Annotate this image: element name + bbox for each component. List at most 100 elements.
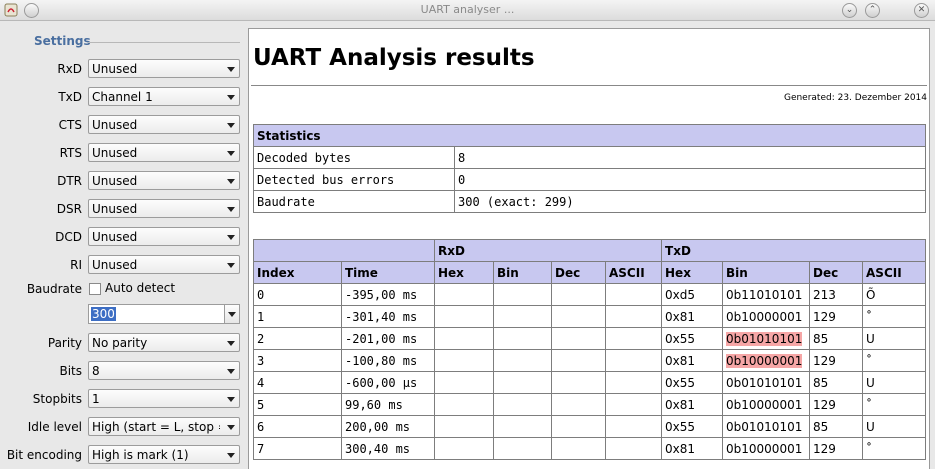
cell-txd-hex: 0x81 <box>661 349 724 372</box>
statistics-row: Decoded bytes 8 <box>253 146 927 169</box>
table-row: 6 200,00 ms 0x55 0b01010101 85 U <box>253 415 927 438</box>
table-row: 7 300,40 ms 0x81 0b10000001 129 ˚ <box>253 437 927 460</box>
baudrate-combo[interactable]: 300 <box>88 304 240 324</box>
rts-channel-combo[interactable]: Unused <box>88 143 240 162</box>
bits-value: 8 <box>92 364 100 378</box>
cell-txd-dec: 85 <box>809 371 864 394</box>
idle-level-combo[interactable]: High (start = L, stop = H) <box>88 417 240 436</box>
ri-channel-value: Unused <box>92 258 138 272</box>
idle-level-label: Idle level <box>27 420 82 434</box>
minimize-icon[interactable]: ⌄ <box>842 3 857 18</box>
cell-rxd-hex <box>434 283 494 306</box>
cell-txd-hex: 0xd5 <box>661 283 724 306</box>
column-header: Bin <box>722 261 811 284</box>
chevron-down-icon <box>227 179 235 184</box>
cell-txd-dec: 85 <box>809 327 864 350</box>
dcd-channel-combo[interactable]: Unused <box>88 227 240 246</box>
settings-divider <box>88 42 240 43</box>
cell-rxd-ascii <box>604 415 663 438</box>
cell-rxd-hex <box>434 393 494 416</box>
bit-encoding-combo[interactable]: High is mark (1) <box>88 445 240 464</box>
stopbits-combo[interactable]: 1 <box>88 389 240 408</box>
parity-label: Parity <box>47 336 82 350</box>
cell-txd-bin: 0b10000001 <box>722 305 811 328</box>
baudrate-value[interactable]: 300 <box>91 307 116 321</box>
table-row: 2 -201,00 ms 0x55 0b01010101 85 U <box>253 327 927 350</box>
bits-combo[interactable]: 8 <box>88 361 240 380</box>
maximize-icon[interactable]: ⌃ <box>865 3 880 18</box>
parity-combo[interactable]: No parity <box>88 333 240 352</box>
table-row: 4 -600,00 µs 0x55 0b01010101 85 U <box>253 371 927 394</box>
dtr-channel-combo[interactable]: Unused <box>88 171 240 190</box>
results-view: UART Analysis results Generated: 23. Dez… <box>248 28 930 469</box>
cell-txd-ascii: U <box>862 415 927 438</box>
cell-txd-hex: 0x81 <box>661 393 724 416</box>
cell-rxd-dec <box>551 349 606 372</box>
chevron-down-icon <box>228 312 236 317</box>
bit-encoding-label: Bit encoding <box>6 448 82 462</box>
cell-rxd-ascii <box>604 349 663 372</box>
cell-txd-dec: 129 <box>809 305 864 328</box>
dsr-channel-combo[interactable]: Unused <box>88 199 240 218</box>
txd-bin-value: 0b01010101 <box>726 331 803 346</box>
baudrate-dropdown-button[interactable] <box>224 305 239 323</box>
cell-index: 3 <box>253 349 342 372</box>
dcd-channel-value: Unused <box>92 230 138 244</box>
cell-rxd-bin <box>493 437 552 460</box>
cell-rxd-dec <box>551 305 606 328</box>
cell-txd-ascii: U <box>862 371 927 394</box>
cell-txd-bin: 0b10000001 <box>722 349 811 372</box>
title-divider <box>251 85 927 86</box>
cell-txd-hex: 0x55 <box>661 415 724 438</box>
txd-bin-value: 0b10000001 <box>726 309 803 324</box>
cell-time: 99,60 ms <box>341 393 435 416</box>
txd-bin-value: 0b10000001 <box>726 353 803 368</box>
column-header: Dec <box>809 261 864 284</box>
bit-encoding-value: High is mark (1) <box>92 448 189 462</box>
txd-bin-value: 0b10000001 <box>726 397 803 412</box>
cell-time: -100,80 ms <box>341 349 435 372</box>
rxd-channel-combo[interactable]: Unused <box>88 59 240 78</box>
chevron-down-icon <box>227 425 235 430</box>
cell-rxd-ascii <box>604 371 663 394</box>
cell-rxd-ascii <box>604 327 663 350</box>
stopbits-value: 1 <box>92 392 100 406</box>
txd-label: TxD <box>58 90 82 104</box>
chevron-down-icon <box>227 263 235 268</box>
table-row: 1 -301,40 ms 0x81 0b10000001 129 ˚ <box>253 305 927 328</box>
cell-time: -395,00 ms <box>341 283 435 306</box>
cell-txd-bin: 0b01010101 <box>722 371 811 394</box>
cell-txd-dec: 129 <box>809 437 864 460</box>
chevron-down-icon <box>227 95 235 100</box>
cell-index: 4 <box>253 371 342 394</box>
chevron-down-icon <box>227 151 235 156</box>
cell-txd-ascii: U <box>862 327 927 350</box>
cell-txd-hex: 0x55 <box>661 327 724 350</box>
cell-rxd-ascii <box>604 305 663 328</box>
auto-detect-checkbox[interactable] <box>89 283 101 295</box>
cell-txd-bin: 0b01010101 <box>722 415 811 438</box>
decoded-data-table: RxD TxD Index Time Hex Bin Dec ASCII Hex Bin Dec… <box>253 239 927 460</box>
cell-txd-dec: 85 <box>809 415 864 438</box>
cell-time: -301,40 ms <box>341 305 435 328</box>
chevron-down-icon <box>227 397 235 402</box>
stopbits-label: Stopbits <box>32 392 82 406</box>
settings-panel: Settings RxD Unused TxD Channel 1 CTS Unused R… <box>0 21 246 468</box>
auto-detect-label[interactable]: Auto detect <box>105 281 175 295</box>
ri-channel-combo[interactable]: Unused <box>88 255 240 274</box>
idle-level-value: High (start = L, stop = H) <box>92 420 220 434</box>
txd-channel-combo[interactable]: Channel 1 <box>88 87 240 106</box>
cell-time: -201,00 ms <box>341 327 435 350</box>
chevron-down-icon <box>227 341 235 346</box>
close-icon[interactable]: ✕ <box>914 3 929 18</box>
cell-txd-bin: 0b11010101 <box>722 283 811 306</box>
column-header: ASCII <box>862 261 927 284</box>
statistic-label: Detected bus errors <box>253 168 455 191</box>
cell-txd-hex: 0x81 <box>661 437 724 460</box>
statistic-value: 300 (exact: 299) <box>453 190 927 213</box>
column-header: Hex <box>661 261 724 284</box>
baudrate-label: Baudrate <box>26 282 82 296</box>
cts-channel-combo[interactable]: Unused <box>88 115 240 134</box>
window-title: UART analyser ... <box>420 3 515 16</box>
cell-rxd-hex <box>434 371 494 394</box>
